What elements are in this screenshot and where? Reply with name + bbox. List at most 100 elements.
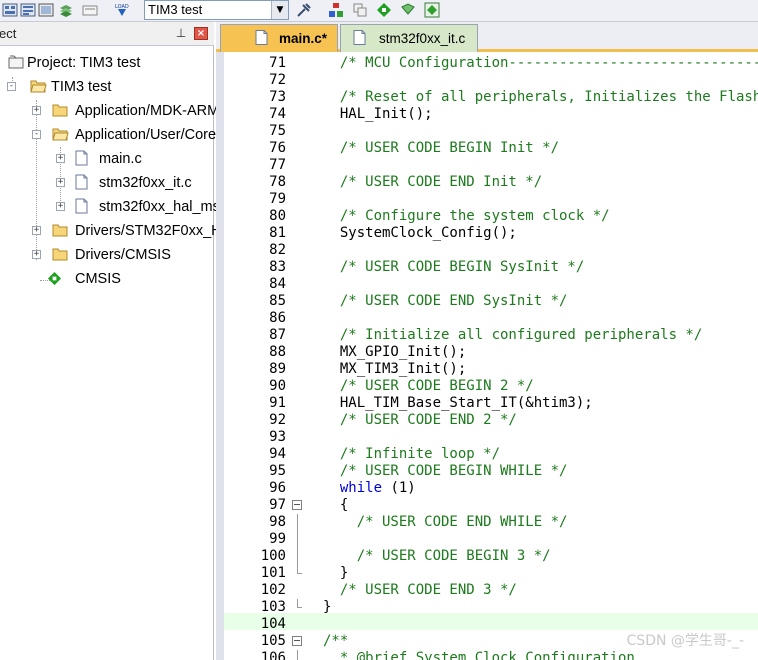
code-line[interactable]: 97 { <box>224 497 758 514</box>
code-line[interactable]: 83 /* USER CODE BEGIN SysInit */ <box>224 259 758 276</box>
tree-item-target[interactable]: - TIM3 test <box>0 76 214 98</box>
expand-icon[interactable]: + <box>56 202 65 211</box>
code-comment: /* Reset of all peripherals, Initializes… <box>339 89 758 105</box>
file-icon <box>75 150 88 166</box>
main-toolbar: LOAD TIM3 test ▼ <box>0 0 758 22</box>
editor-tab-strip: main.c* stm32f0xx_it.c <box>216 22 758 52</box>
code-line[interactable]: 84 <box>224 276 758 293</box>
pin-icon[interactable]: ⊥ <box>175 26 187 40</box>
code-line[interactable]: 76 /* USER CODE BEGIN Init */ <box>224 140 758 157</box>
manage-icon[interactable] <box>82 2 98 18</box>
code-line[interactable]: 93 <box>224 429 758 446</box>
expand-icon[interactable]: + <box>56 178 65 187</box>
tree-item-folder[interactable]: + Drivers/CMSIS <box>0 244 214 266</box>
code-line[interactable]: 90 /* USER CODE BEGIN 2 */ <box>224 378 758 395</box>
code-line[interactable]: 78 /* USER CODE END Init */ <box>224 174 758 191</box>
code-line[interactable]: 106 * @brief System Clock Configuration <box>224 650 758 660</box>
code-comment: /* MCU Configuration--------------------… <box>339 55 758 71</box>
code-comment: * @brief System Clock Configuration <box>323 650 635 660</box>
green-diamond-icon[interactable] <box>376 2 392 18</box>
code-line[interactable]: 74 HAL_Init(); <box>224 106 758 123</box>
code-line[interactable]: 99 <box>224 531 758 548</box>
tree-item-folder[interactable]: - Application/User/Core <box>0 124 216 146</box>
tree-item-file[interactable]: + main.c <box>0 148 214 170</box>
line-number: 71 <box>269 55 286 71</box>
line-number: 84 <box>269 276 286 292</box>
fold-collapse-icon[interactable] <box>292 636 302 646</box>
code-line[interactable]: 101 } <box>224 565 758 582</box>
code-text: { <box>323 497 349 513</box>
code-line[interactable]: 92 /* USER CODE END 2 */ <box>224 412 758 429</box>
load-icon[interactable] <box>38 2 54 18</box>
tree-item-folder[interactable]: + Drivers/STM32F0xx_HAL_Driver <box>0 220 286 242</box>
code-line[interactable]: 73 /* Reset of all peripherals, Initiali… <box>224 89 758 106</box>
pack-icon[interactable] <box>352 2 368 18</box>
tree-item-folder[interactable]: + Application/MDK-ARM <box>0 100 219 122</box>
line-number: 77 <box>269 157 286 173</box>
fold-guide <box>297 531 298 548</box>
tree-item-file[interactable]: + stm32f0xx_it.c <box>0 172 214 194</box>
code-line[interactable]: 85 /* USER CODE END SysInit */ <box>224 293 758 310</box>
line-number: 83 <box>269 259 286 275</box>
collapse-icon[interactable]: - <box>32 130 41 139</box>
components-icon[interactable] <box>328 2 344 18</box>
download-icon[interactable]: LOAD <box>114 2 130 18</box>
chevron-down-icon[interactable]: ▼ <box>271 1 288 19</box>
collapse-icon[interactable]: - <box>7 82 16 91</box>
fold-collapse-icon[interactable] <box>292 500 302 510</box>
code-line[interactable]: 80 /* Configure the system clock */ <box>224 208 758 225</box>
tree-item-file[interactable]: + stm32f0xx_hal_msp.c <box>0 196 239 218</box>
code-comment: /* USER CODE BEGIN SysInit */ <box>323 259 585 275</box>
tree-item-project[interactable]: Project: TIM3 test <box>0 52 214 74</box>
code-line[interactable]: 91 HAL_TIM_Base_Start_IT(&htim3); <box>224 395 758 412</box>
code-line[interactable]: 81 SystemClock_Config(); <box>224 225 758 242</box>
tree-item-component[interactable]: CMSIS <box>0 268 214 290</box>
tab-stm32f0xx-it-c[interactable]: stm32f0xx_it.c <box>340 24 478 52</box>
code-line[interactable]: 79 <box>224 191 758 208</box>
expand-icon[interactable]: + <box>32 226 41 235</box>
code-line[interactable]: 86 <box>224 310 758 327</box>
target-select[interactable]: TIM3 test ▼ <box>144 0 289 20</box>
code-line[interactable]: 75 <box>224 123 758 140</box>
tree-label: Application/MDK-ARM <box>75 103 220 119</box>
code-line[interactable]: 89 MX_TIM3_Init(); <box>224 361 758 378</box>
line-number: 79 <box>269 191 286 207</box>
fold-guide <box>297 514 298 531</box>
expand-icon[interactable]: + <box>32 106 41 115</box>
line-number: 88 <box>269 344 286 360</box>
build-icon[interactable] <box>2 2 18 18</box>
code-comment: /* USER CODE BEGIN Init */ <box>323 140 560 156</box>
stack-icon[interactable] <box>58 2 74 18</box>
line-number: 93 <box>269 429 286 445</box>
options-icon[interactable] <box>296 2 312 18</box>
code-line[interactable]: 103} <box>224 599 758 616</box>
code-line[interactable]: 98 /* USER CODE END WHILE */ <box>224 514 758 531</box>
line-number: 106 <box>260 650 286 660</box>
select-icon[interactable] <box>400 2 416 18</box>
code-line[interactable]: 96 while (1) <box>224 480 758 497</box>
code-line[interactable]: 94 /* Infinite loop */ <box>224 446 758 463</box>
code-line[interactable]: 77 <box>224 157 758 174</box>
line-number: 81 <box>269 225 286 241</box>
code-text: HAL_Init(); <box>323 106 433 122</box>
code-line[interactable]: 87 /* Initialize all configured peripher… <box>224 327 758 344</box>
line-number: 95 <box>269 463 286 479</box>
code-comment: /* USER CODE BEGIN 2 */ <box>323 378 534 394</box>
code-line[interactable]: 95 /* USER CODE BEGIN WHILE */ <box>224 463 758 480</box>
line-number: 86 <box>269 310 286 326</box>
code-line[interactable]: 72 <box>224 72 758 89</box>
code-area[interactable]: 71 /* MCU Configuration-----------------… <box>224 55 758 660</box>
batch-build-icon[interactable] <box>20 2 36 18</box>
code-line[interactable]: 100 /* USER CODE BEGIN 3 */ <box>224 548 758 565</box>
gem-icon[interactable] <box>424 2 440 18</box>
code-line[interactable]: 82 <box>224 242 758 259</box>
expand-icon[interactable]: + <box>56 154 65 163</box>
line-number: 99 <box>269 531 286 547</box>
code-line[interactable]: 71 /* MCU Configuration-----------------… <box>224 55 758 72</box>
close-icon[interactable]: × <box>194 27 208 40</box>
code-line[interactable]: 102 /* USER CODE END 3 */ <box>224 582 758 599</box>
code-line[interactable]: 88 MX_GPIO_Init(); <box>224 344 758 361</box>
tab-main-c[interactable]: main.c* <box>220 24 338 52</box>
expand-icon[interactable]: + <box>32 250 41 259</box>
line-number: 74 <box>269 106 286 122</box>
